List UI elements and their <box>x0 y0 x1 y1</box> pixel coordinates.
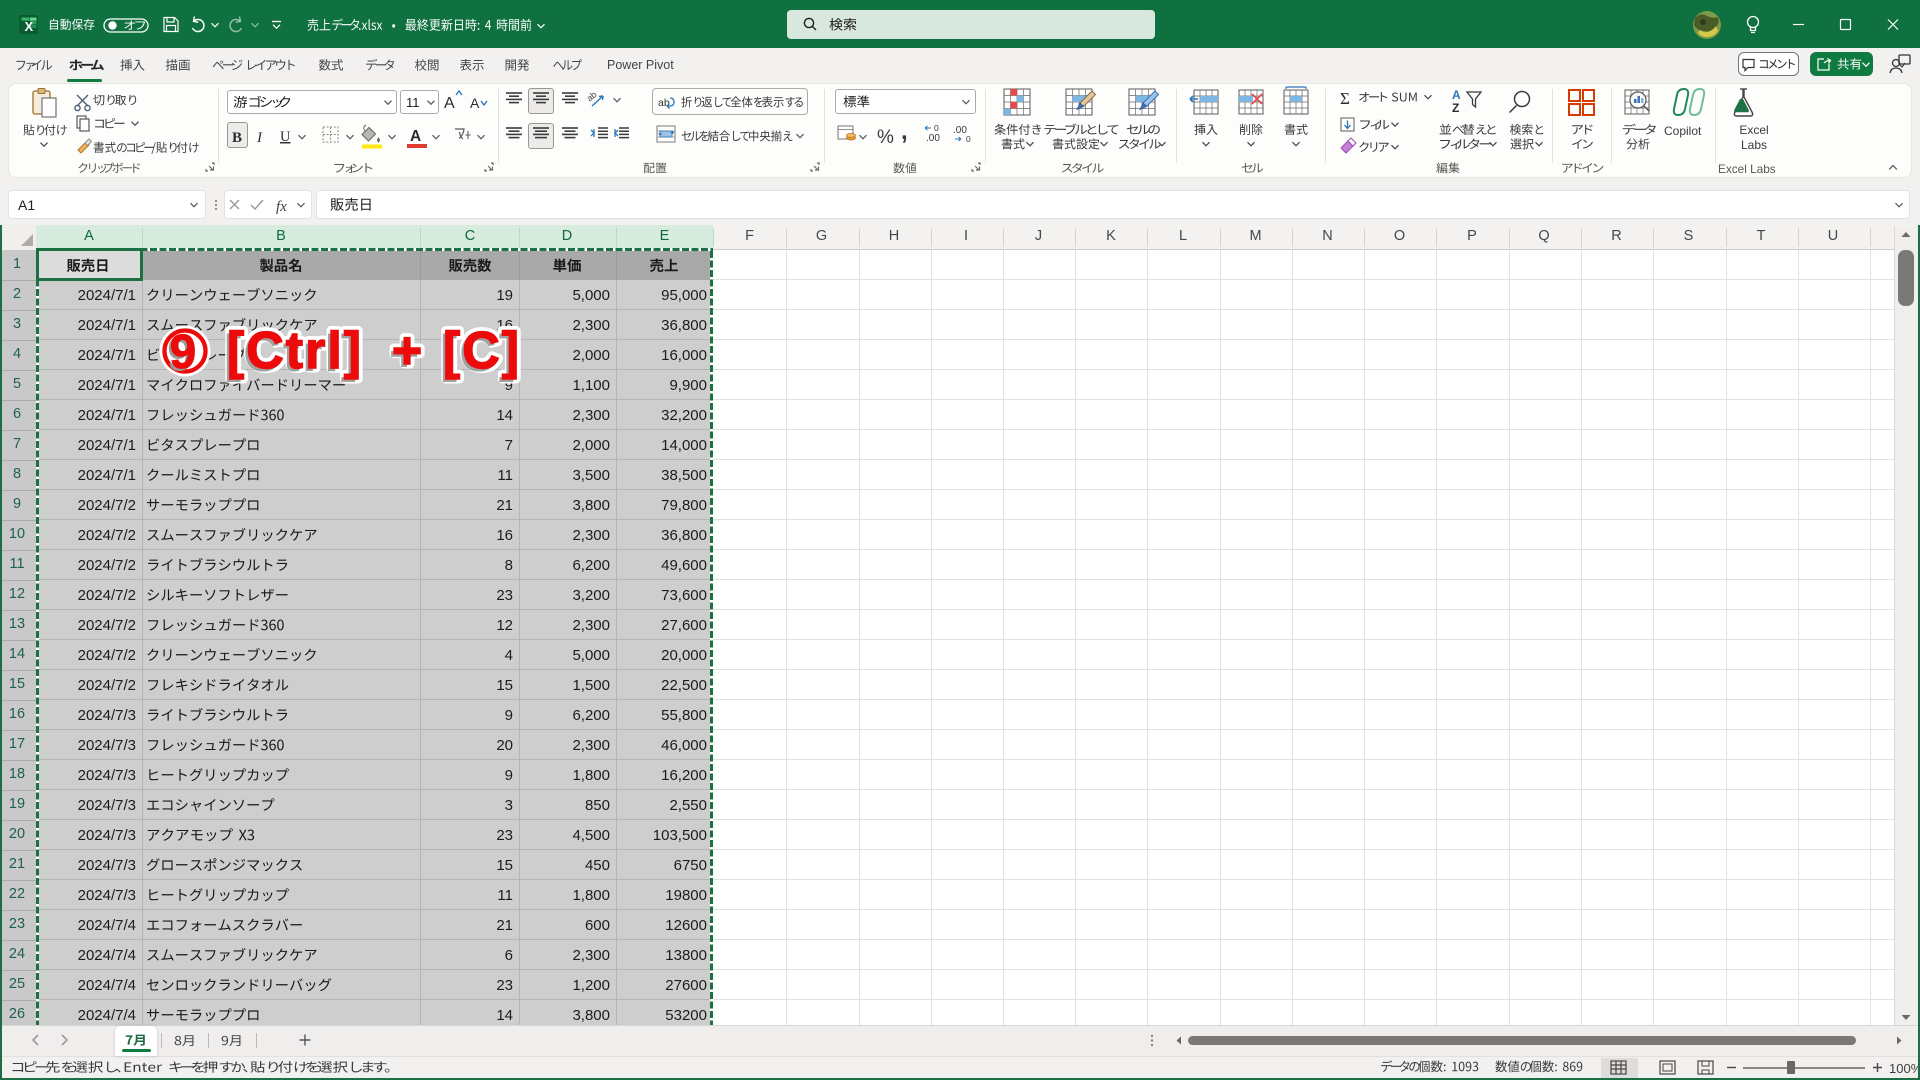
svg-text:+: + <box>392 322 422 380</box>
svg-text:[C]: [C] <box>443 322 521 380</box>
svg-text:9: 9 <box>170 326 197 379</box>
svg-text:[Ctrl]: [Ctrl] <box>227 322 363 380</box>
